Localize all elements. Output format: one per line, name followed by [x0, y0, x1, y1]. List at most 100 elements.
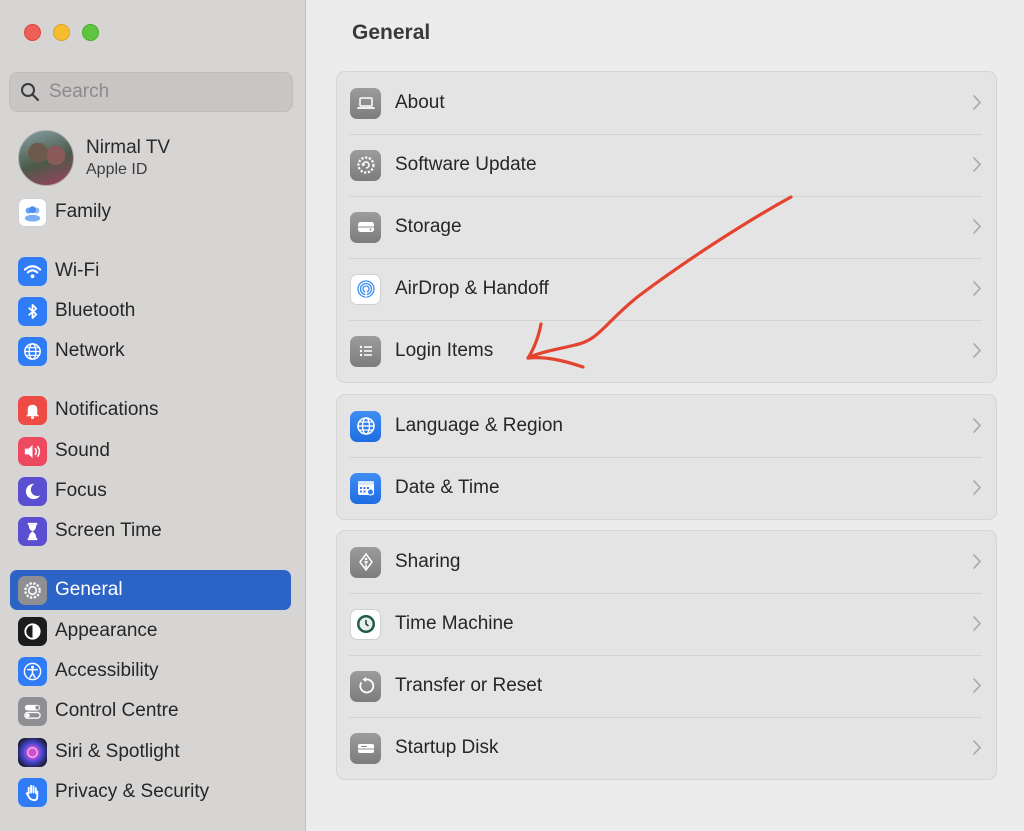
- row-label: Language & Region: [395, 415, 563, 436]
- row-label: Sharing: [395, 551, 461, 572]
- row-language-region[interactable]: Language & Region: [337, 395, 996, 457]
- bell-icon: [18, 395, 47, 425]
- row-startup-disk[interactable]: Startup Disk: [337, 717, 996, 779]
- sidebar-item-wifi[interactable]: Wi-Fi: [10, 251, 291, 291]
- page-title: General: [352, 21, 431, 44]
- globe-icon: [18, 336, 47, 366]
- time-machine-icon: [350, 608, 381, 640]
- settings-group-system: About Software Update Storage AirDrop & …: [336, 71, 997, 383]
- reset-icon: [350, 670, 381, 702]
- sidebar-item-privacy-security[interactable]: Privacy & Security: [10, 772, 291, 812]
- sidebar-item-control-centre[interactable]: Control Centre: [10, 691, 291, 731]
- sidebar-item-bluetooth[interactable]: Bluetooth: [10, 291, 291, 331]
- sidebar-item-general[interactable]: General: [10, 570, 291, 610]
- sidebar-item-label: Privacy & Security: [55, 781, 210, 802]
- minimize-button[interactable]: [53, 24, 70, 41]
- globe-icon: [350, 410, 381, 442]
- sidebar-item-label: Network: [55, 340, 125, 361]
- row-sharing[interactable]: Sharing: [337, 531, 996, 593]
- gear-update-icon: [350, 149, 381, 181]
- search-icon: [21, 83, 40, 102]
- siri-icon: [18, 737, 47, 767]
- zoom-button[interactable]: [82, 24, 99, 41]
- row-label: Date & Time: [395, 477, 500, 498]
- profile-name: Nirmal TV: [86, 137, 171, 158]
- row-label: Storage: [395, 216, 462, 237]
- row-label: Time Machine: [395, 613, 514, 634]
- apple-id-profile[interactable]: Nirmal TV Apple ID: [18, 130, 170, 186]
- row-login-items[interactable]: Login Items: [337, 320, 996, 382]
- row-label: Software Update: [395, 154, 537, 175]
- bluetooth-icon: [18, 296, 47, 326]
- row-about[interactable]: About: [337, 72, 996, 134]
- chevron-right-icon: [973, 678, 982, 693]
- row-label: Login Items: [395, 340, 494, 361]
- sidebar-item-notifications[interactable]: Notifications: [10, 390, 291, 430]
- chevron-right-icon: [973, 418, 982, 433]
- row-label: AirDrop & Handoff: [395, 278, 549, 299]
- row-label: Startup Disk: [395, 737, 499, 758]
- main-pane: General About Software Update Storage Ai…: [307, 0, 1024, 831]
- row-storage[interactable]: Storage: [337, 196, 996, 258]
- sidebar-item-label: Sound: [55, 440, 110, 461]
- search-field[interactable]: [9, 72, 293, 112]
- chevron-right-icon: [973, 343, 982, 358]
- hourglass-icon: [18, 516, 47, 546]
- row-label: Transfer or Reset: [395, 675, 543, 696]
- sidebar-item-label: Wi-Fi: [55, 260, 100, 281]
- sidebar-item-label: General: [55, 579, 123, 600]
- speaker-icon: [18, 436, 47, 466]
- sidebar-item-accessibility[interactable]: Accessibility: [10, 651, 291, 691]
- hand-icon: [18, 777, 47, 807]
- window-controls: [24, 24, 99, 41]
- sidebar-item-family[interactable]: Family: [10, 192, 291, 232]
- laptop-icon: [350, 87, 381, 119]
- airdrop-icon: [350, 273, 381, 305]
- sidebar: Nirmal TV Apple ID Family Wi-Fi Bluetoot…: [0, 0, 306, 831]
- sidebar-item-label: Notifications: [55, 399, 159, 420]
- sidebar-item-label: Bluetooth: [55, 300, 136, 321]
- sidebar-item-label: Focus: [55, 480, 107, 501]
- profile-subtitle: Apple ID: [86, 161, 148, 178]
- chevron-right-icon: [973, 480, 982, 495]
- sidebar-item-label: Appearance: [55, 620, 158, 641]
- sidebar-item-label: Family: [55, 201, 111, 222]
- row-airdrop-handoff[interactable]: AirDrop & Handoff: [337, 258, 996, 320]
- close-button[interactable]: [24, 24, 41, 41]
- sidebar-item-focus[interactable]: Focus: [10, 471, 291, 511]
- row-software-update[interactable]: Software Update: [337, 134, 996, 196]
- sidebar-item-sound[interactable]: Sound: [10, 431, 291, 471]
- wifi-icon: [18, 256, 47, 286]
- chevron-right-icon: [973, 281, 982, 296]
- drive-icon: [350, 211, 381, 243]
- toggles-icon: [18, 696, 47, 726]
- settings-group-locale: Language & Region Date & Time: [336, 394, 997, 520]
- row-time-machine[interactable]: Time Machine: [337, 593, 996, 655]
- sharing-icon: [350, 546, 381, 578]
- row-transfer-reset[interactable]: Transfer or Reset: [337, 655, 996, 717]
- sidebar-item-label: Screen Time: [55, 520, 162, 541]
- sidebar-item-label: Control Centre: [55, 700, 179, 721]
- disk-icon: [350, 732, 381, 764]
- moon-icon: [18, 476, 47, 506]
- chevron-right-icon: [973, 616, 982, 631]
- chevron-right-icon: [973, 219, 982, 234]
- chevron-right-icon: [973, 157, 982, 172]
- row-label: About: [395, 92, 445, 113]
- appearance-icon: [18, 616, 47, 646]
- chevron-right-icon: [973, 554, 982, 569]
- chevron-right-icon: [973, 95, 982, 110]
- list-icon: [350, 335, 381, 367]
- sidebar-item-siri-spotlight[interactable]: Siri & Spotlight: [10, 732, 291, 772]
- accessibility-icon: [18, 656, 47, 686]
- avatar: [18, 130, 74, 186]
- gear-icon: [18, 575, 47, 605]
- sidebar-item-appearance[interactable]: Appearance: [10, 611, 291, 651]
- search-input[interactable]: [49, 81, 269, 103]
- family-icon: [18, 197, 47, 227]
- row-date-time[interactable]: Date & Time: [337, 457, 996, 519]
- sidebar-item-network[interactable]: Network: [10, 331, 291, 371]
- calendar-icon: [350, 472, 381, 504]
- sidebar-item-screen-time[interactable]: Screen Time: [10, 511, 291, 551]
- sidebar-item-label: Accessibility: [55, 660, 159, 681]
